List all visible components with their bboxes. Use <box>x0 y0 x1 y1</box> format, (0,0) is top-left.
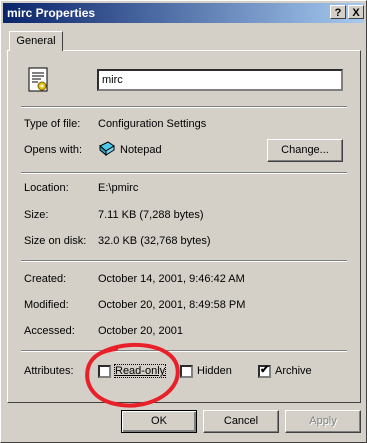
change-button[interactable]: Change... <box>267 139 343 162</box>
opens-with-value: Notepad <box>120 144 162 156</box>
cancel-button[interactable]: Cancel <box>203 410 279 433</box>
separator <box>21 106 347 108</box>
apply-button-label: Apply <box>309 415 337 427</box>
created-label: Created: <box>24 273 67 285</box>
hidden-checkbox[interactable] <box>180 365 193 378</box>
size-value: 7.11 KB (7,288 bytes) <box>98 209 204 221</box>
check-mark-icon: ✔ <box>260 364 270 376</box>
notepad-icon <box>98 140 118 160</box>
read-only-checkbox[interactable] <box>98 365 111 378</box>
created-value: October 14, 2001, 9:46:42 AM <box>98 273 245 285</box>
read-only-label[interactable]: Read-only <box>113 364 167 378</box>
size-on-disk-value: 32.0 KB (32,768 bytes) <box>98 235 211 247</box>
attributes-label: Attributes: <box>24 365 74 377</box>
accessed-label: Accessed: <box>24 325 75 337</box>
separator <box>21 350 347 352</box>
apply-button: Apply <box>285 410 361 433</box>
cancel-button-label: Cancel <box>223 415 259 427</box>
archive-checkbox[interactable]: ✔ <box>258 364 271 378</box>
accessed-value: October 20, 2001 <box>98 325 184 337</box>
file-name-field[interactable] <box>97 69 343 91</box>
archive-label[interactable]: Archive <box>275 365 312 377</box>
modified-value: October 20, 2001, 8:49:58 PM <box>98 299 246 311</box>
ok-button-label: OK <box>151 415 167 427</box>
size-label: Size: <box>24 209 49 221</box>
size-on-disk-label: Size on disk: <box>24 235 87 247</box>
separator <box>21 260 347 262</box>
tab-general[interactable]: General <box>9 31 63 51</box>
type-label: Type of file: <box>24 118 81 130</box>
properties-dialog: mirc Properties ? X General Type of file… <box>0 0 367 443</box>
hidden-label[interactable]: Hidden <box>197 365 232 377</box>
opens-with-label: Opens with: <box>24 144 83 156</box>
title-bar[interactable]: mirc Properties ? X <box>3 3 364 23</box>
window-title: mirc Properties <box>7 6 96 20</box>
modified-label: Modified: <box>24 299 69 311</box>
location-label: Location: <box>24 182 69 194</box>
close-button[interactable]: X <box>348 5 364 19</box>
separator <box>21 172 347 174</box>
location-value: E:\pmirc <box>98 182 139 194</box>
type-value: Configuration Settings <box>98 118 207 130</box>
help-button[interactable]: ? <box>330 5 346 19</box>
change-button-label: Change... <box>281 144 329 156</box>
configuration-settings-icon <box>23 65 53 95</box>
ok-button[interactable]: OK <box>121 410 197 433</box>
